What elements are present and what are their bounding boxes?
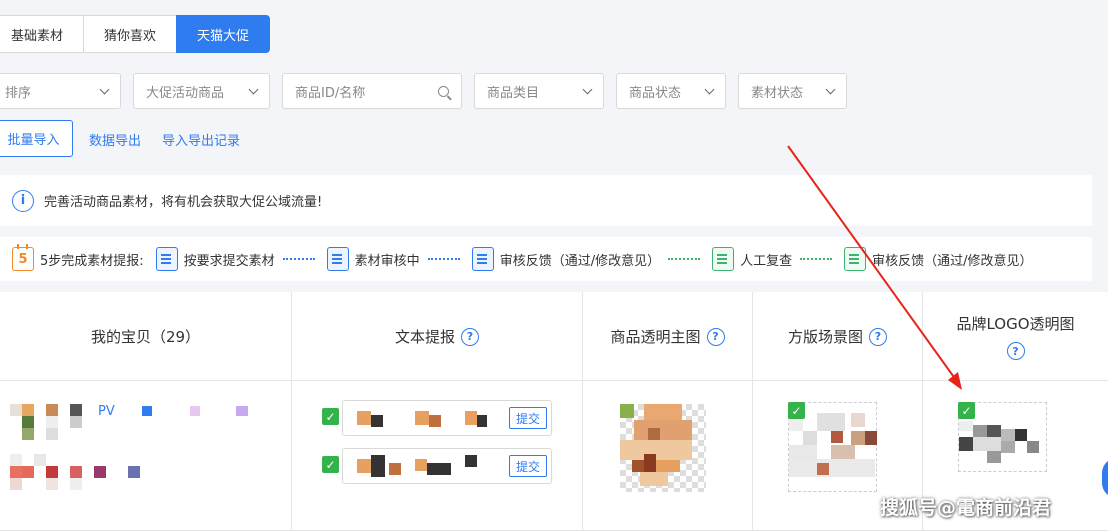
help-icon[interactable]: ? (1006, 342, 1025, 360)
category-select[interactable]: 商品类目 (474, 73, 604, 109)
notice-banner: i 完善活动商品素材，将有机会获取大促公域流量! (0, 175, 1092, 226)
step-1-label: 按要求提交素材 (183, 253, 275, 269)
step-5-label: 审核反馈（通过/修改意见） (872, 253, 1033, 269)
step-connector (668, 258, 701, 260)
text-submission-field[interactable]: 提交 (342, 400, 552, 436)
header-transparent-main-image: 商品透明主图 ? (583, 292, 752, 381)
image-mosaic (620, 404, 706, 492)
goods-status-select-value: 商品状态 (629, 85, 682, 101)
header-square-scene-image-label: 方版场景图 (787, 328, 863, 346)
header-transparent-main-image-label: 商品透明主图 (610, 328, 701, 346)
tab-bar: 基础素材 猜你喜欢 天猫大促 (0, 15, 271, 53)
product-title-link[interactable]: PV (98, 404, 115, 419)
help-icon[interactable]: ? (706, 327, 725, 346)
info-icon: i (12, 189, 34, 212)
header-my-products: 我的宝贝（29） (0, 292, 291, 381)
column-divider (582, 292, 583, 531)
redacted-text (353, 407, 493, 431)
calendar-digit: 5 (18, 251, 28, 267)
sort-select[interactable]: 排序 (0, 73, 121, 109)
header-brand-logo-image: 品牌LOGO透明图 ? (923, 292, 1108, 381)
material-status-select-value: 素材状态 (751, 85, 804, 101)
approved-check-icon: ✓ (322, 456, 339, 473)
promo-goods-select[interactable]: 大促活动商品 (133, 73, 270, 109)
approved-check-icon: ✓ (322, 408, 339, 425)
chevron-down-icon (704, 84, 715, 94)
steps-bar: 5 5步完成素材提报: 按要求提交素材 素材审核中 审核反馈（通过/修改意见） … (0, 237, 1092, 281)
step-connector (282, 258, 315, 260)
header-brand-logo-image-label: 品牌LOGO透明图 (956, 315, 1075, 333)
step-connector (427, 258, 460, 260)
tab-tmall-promo[interactable]: 天猫大促 (176, 15, 271, 53)
column-divider (291, 292, 292, 531)
watermark: 搜狐号@電商前沿君 (880, 497, 1052, 519)
steps-intro: 5步完成素材提报: (40, 253, 144, 269)
document-feedback-icon (471, 247, 494, 271)
material-status-select[interactable]: 素材状态 (738, 73, 847, 109)
chevron-down-icon (248, 84, 259, 94)
redacted-block (236, 406, 248, 416)
tab-guess-you-like[interactable]: 猜你喜欢 (83, 15, 178, 53)
search-icon[interactable] (438, 85, 449, 97)
category-select-value: 商品类目 (487, 85, 540, 101)
sort-select-value: 排序 (5, 85, 32, 101)
step-4-label: 人工复查 (740, 253, 793, 269)
manual-review-icon (712, 247, 735, 271)
batch-import-button[interactable]: 批量导入 (0, 120, 73, 157)
header-square-scene-image: 方版场景图 ? (753, 292, 922, 381)
import-export-log-link[interactable]: 导入导出记录 (162, 130, 240, 149)
submit-button[interactable]: 提交 (509, 407, 547, 429)
product-thumbnail-mosaic (10, 404, 106, 490)
header-text-submission: 文本提报 ? (292, 292, 582, 381)
redacted-block (190, 406, 200, 416)
text-submission-field[interactable]: 提交 (342, 448, 552, 484)
chevron-down-icon (582, 84, 593, 94)
table-header: 我的宝贝（29） 文本提报 ? 商品透明主图 ? 方版场景图 ? 品牌LOGO透… (0, 292, 1108, 381)
step-3-label: 审核反馈（通过/修改意见） (499, 253, 661, 269)
step-2-label: 素材审核中 (354, 253, 420, 269)
help-icon[interactable]: ? (869, 327, 887, 346)
help-icon[interactable]: ? (461, 327, 479, 346)
promo-goods-select-value: 大促活动商品 (146, 85, 225, 101)
redacted-text (353, 453, 503, 481)
monitor-review-icon (326, 247, 349, 271)
search-placeholder: 商品ID/名称 (295, 85, 366, 101)
approved-check-icon: ✓ (788, 402, 805, 419)
header-text-submission-label: 文本提报 (394, 328, 455, 346)
notice-text: 完善活动商品素材，将有机会获取大促公域流量! (44, 195, 323, 210)
tab-basic-material[interactable]: 基础素材 (0, 15, 85, 53)
search-input[interactable]: 商品ID/名称 (282, 73, 462, 109)
chevron-down-icon (99, 84, 110, 94)
approved-check-icon: ✓ (958, 402, 975, 419)
column-divider (752, 292, 753, 531)
redacted-block (128, 466, 140, 478)
data-export-link[interactable]: 数据导出 (89, 130, 141, 149)
header-my-products-label: 我的宝贝（29） (90, 328, 201, 346)
document-approved-icon (844, 247, 867, 271)
step-connector (800, 258, 833, 260)
calendar-icon: 5 (12, 244, 34, 271)
goods-status-select[interactable]: 商品状态 (616, 73, 726, 109)
document-submit-icon (155, 247, 178, 271)
redacted-block (142, 406, 152, 416)
transparent-main-image[interactable] (620, 404, 706, 492)
chevron-down-icon (825, 84, 836, 94)
submit-button[interactable]: 提交 (509, 455, 547, 477)
